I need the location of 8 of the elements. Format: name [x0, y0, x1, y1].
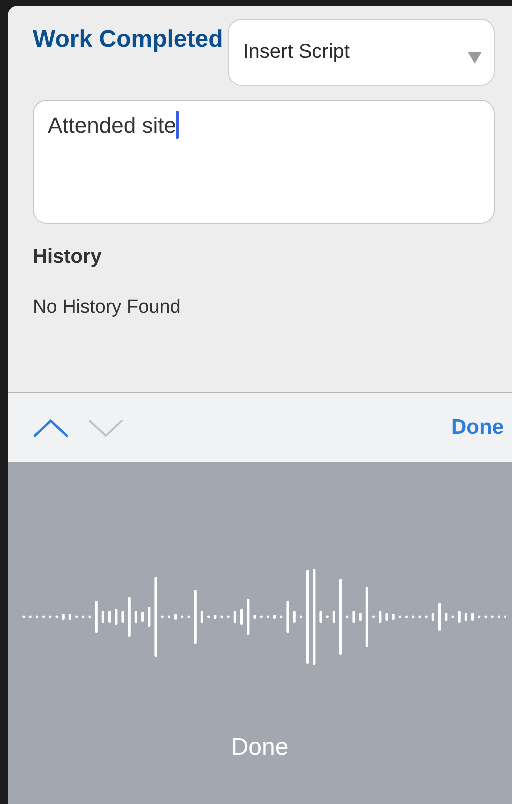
history-empty-text: No History Found	[33, 297, 182, 319]
done-button[interactable]: Done	[452, 416, 512, 440]
up-chevron-icon[interactable]	[33, 418, 69, 438]
caret-icon	[468, 52, 482, 64]
history-heading: History	[33, 246, 103, 269]
notes-field[interactable]: Attended site	[33, 100, 495, 224]
section-title: Work Completed	[33, 26, 224, 54]
script-dropdown[interactable]: Insert Script	[228, 19, 495, 86]
